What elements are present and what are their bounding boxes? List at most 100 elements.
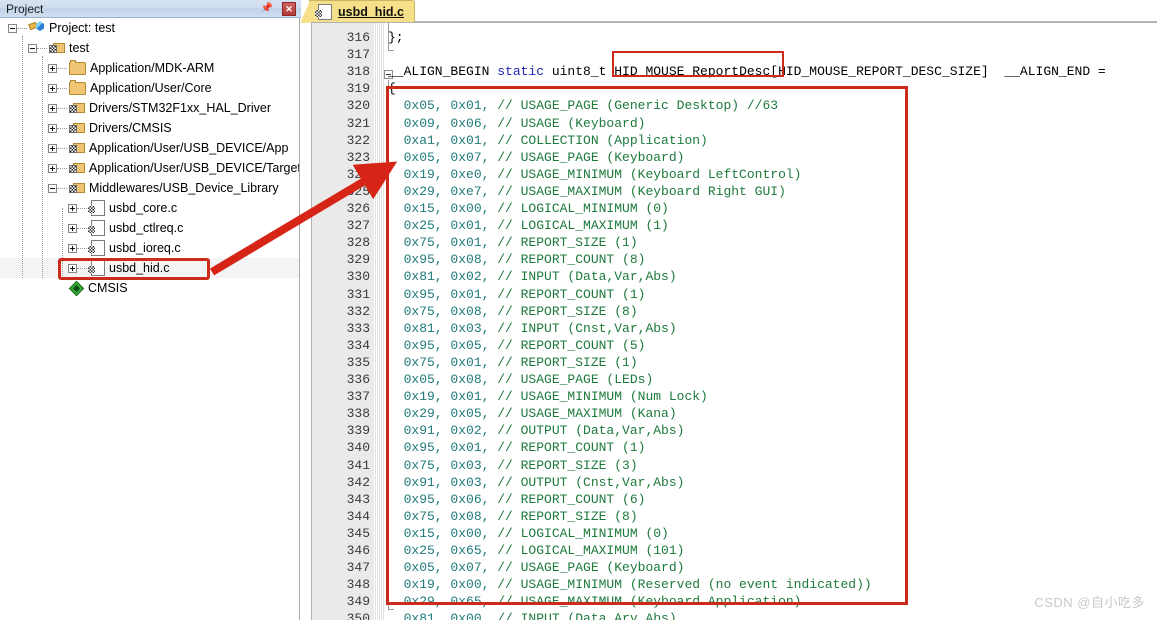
tree-item-usbd-ctlreq-c[interactable]: usbd_ctlreq.c — [68, 218, 183, 238]
code-span: 0x91, 0x03, — [388, 474, 498, 490]
code-line: 324 0x19, 0xe0, // USAGE_MINIMUM (Keyboa… — [312, 166, 1157, 183]
code-span: // OUTPUT (Data,Var,Abs) — [497, 423, 685, 439]
tree-item-label: test — [69, 41, 90, 55]
project-panel: Project 📌 ✕ Project: test test Application… — [0, 0, 301, 620]
tab-usbd-hid-c[interactable]: usbd_hid.c — [301, 0, 415, 23]
tree-item-application-user-core[interactable]: Application/User/Core — [48, 78, 212, 98]
code-span: 0xa1, 0x01, — [388, 132, 498, 148]
tree-item-application-user-usb-device-target[interactable]: Application/User/USB_DEVICE/Target — [48, 158, 299, 178]
code-span: 0x29, 0x05, — [388, 406, 498, 422]
code-text: 0x15, 0x00, // LOGICAL_MINIMUM (0) — [388, 525, 669, 542]
tree-item-drivers-cmsis[interactable]: Drivers/CMSIS — [48, 118, 172, 138]
tree-item-label: Project: test — [49, 21, 115, 35]
group-icon — [69, 142, 85, 155]
collapse-icon[interactable] — [28, 43, 37, 53]
close-icon[interactable]: ✕ — [282, 2, 296, 16]
tree-item-project-test[interactable]: Project: test — [8, 18, 115, 38]
project-tree[interactable]: Project: test test Application/MDK-ARM Appl… — [0, 18, 300, 620]
line-number: 330 — [346, 269, 370, 285]
expand-icon[interactable] — [48, 143, 57, 153]
tree-connector — [57, 167, 67, 169]
tree-item-label: usbd_ctlreq.c — [109, 221, 184, 235]
expand-icon[interactable] — [48, 63, 57, 73]
code-line: 344 0x75, 0x08, // REPORT_SIZE (8) — [312, 508, 1157, 525]
expand-icon[interactable] — [68, 243, 77, 253]
code-text: 0x95, 0x01, // REPORT_COUNT (1) — [388, 286, 646, 303]
tree-item-usbd-ioreq-c[interactable]: usbd_ioreq.c — [68, 238, 181, 258]
code-span: // REPORT_SIZE (3) — [497, 457, 638, 473]
expand-icon[interactable] — [48, 83, 57, 93]
code-line: 348 0x19, 0x00, // USAGE_MINIMUM (Reserv… — [312, 576, 1157, 593]
code-text: 0x91, 0x03, // OUTPUT (Cnst,Var,Abs) — [388, 474, 685, 491]
expand-icon[interactable] — [68, 263, 77, 273]
code-span: // REPORT_COUNT (1) — [497, 440, 646, 456]
code-span: // LOGICAL_MINIMUM (0) — [497, 201, 669, 216]
expand-icon[interactable] — [68, 223, 77, 233]
line-number: 320 — [346, 98, 370, 114]
code-line: 349 0x29, 0x65, // USAGE_MAXIMUM (Keyboa… — [312, 593, 1157, 610]
code-span: 0x29, 0xe7, — [388, 183, 498, 199]
code-line: 326 0x15, 0x00, // LOGICAL_MINIMUM (0) — [312, 200, 1157, 217]
expand-icon[interactable] — [48, 163, 57, 173]
line-number: 321 — [346, 115, 370, 131]
tree-connector — [57, 187, 67, 189]
code-line: 325 0x29, 0xe7, // USAGE_MAXIMUM (Keyboa… — [312, 183, 1157, 200]
code-span: // REPORT_SIZE (1) — [497, 354, 638, 370]
code-text: 0x95, 0x08, // REPORT_COUNT (8) — [388, 251, 646, 268]
code-text: 0x19, 0x01, // USAGE_MINIMUM (Num Lock) — [388, 388, 708, 405]
code-span: // REPORT_COUNT (1) — [497, 286, 646, 302]
tree-item-application-mdk-arm[interactable]: Application/MDK-ARM — [48, 58, 214, 78]
code-text: 0x19, 0x00, // USAGE_MINIMUM (Reserved (… — [388, 576, 872, 593]
code-span: __ALIGN_BEGIN — [388, 64, 498, 80]
tree-item-application-user-usb-device-app[interactable]: Application/User/USB_DEVICE/App — [48, 138, 288, 158]
tree-connector — [37, 47, 47, 49]
tree-item-usbd-core-c[interactable]: usbd_core.c — [68, 198, 177, 218]
code-line: 320 0x05, 0x01, // USAGE_PAGE (Generic D… — [312, 97, 1157, 114]
code-span: // REPORT_SIZE (1) — [497, 235, 638, 251]
tree-item-test[interactable]: test — [28, 38, 89, 58]
tree-item-usbd-hid-c[interactable]: usbd_hid.c — [68, 258, 169, 278]
code-line: 321 0x09, 0x06, // USAGE (Keyboard) — [312, 115, 1157, 132]
code-line: 345 0x15, 0x00, // LOGICAL_MINIMUM (0) — [312, 525, 1157, 542]
expand-icon[interactable] — [68, 203, 77, 213]
code-text: 0x95, 0x05, // REPORT_COUNT (5) — [388, 337, 646, 354]
tree-item-cmsis[interactable]: CMSIS — [48, 278, 128, 298]
code-line: 329 0x95, 0x08, // REPORT_COUNT (8) — [312, 251, 1157, 268]
code-span: // USAGE_MAXIMUM (Keyboard Right GUI) — [497, 183, 786, 199]
code-text: 0x95, 0x06, // REPORT_COUNT (6) — [388, 491, 646, 508]
code-line: 319 { — [312, 80, 1157, 97]
expand-icon[interactable] — [48, 123, 57, 133]
code-text: 0x05, 0x08, // USAGE_PAGE (LEDs) — [388, 371, 654, 388]
tree-item-drivers-stm32f1xx-hal-driver[interactable]: Drivers/STM32F1xx_HAL_Driver — [48, 98, 271, 118]
collapse-icon[interactable] — [48, 183, 57, 193]
line-number: 338 — [346, 406, 370, 422]
code-text: 0x75, 0x01, // REPORT_SIZE (1) — [388, 354, 638, 371]
tree-connector — [22, 36, 23, 278]
line-number: 332 — [346, 303, 370, 319]
tree-item-label: Application/MDK-ARM — [90, 61, 215, 75]
code-span: // REPORT_SIZE (8) — [497, 303, 638, 319]
collapse-icon[interactable] — [8, 23, 17, 33]
line-number: 323 — [346, 149, 370, 165]
code-span: 0x75, 0x01, — [388, 354, 498, 370]
line-number: 334 — [346, 337, 370, 353]
code-line: 346 0x25, 0x65, // LOGICAL_MAXIMUM (101) — [312, 542, 1157, 559]
tree-item-middlewares-usb-device-library[interactable]: Middlewares/USB_Device_Library — [48, 178, 279, 198]
line-number: 344 — [346, 508, 370, 524]
code-text: 0x05, 0x01, // USAGE_PAGE (Generic Deskt… — [388, 97, 778, 114]
tree-connector — [77, 267, 87, 269]
tree-connector — [57, 127, 67, 129]
code-text: __ALIGN_BEGIN static uint8_t HID_MOUSE_R… — [388, 63, 1106, 80]
code-span: 0x05, 0x08, — [388, 372, 498, 387]
tree-item-label: Application/User/Core — [90, 81, 212, 95]
code-line: 335 0x75, 0x01, // REPORT_SIZE (1) — [312, 354, 1157, 371]
code-span: 0x81, 0x03, — [388, 320, 498, 336]
expand-icon[interactable] — [48, 103, 57, 113]
code-text: 0x75, 0x01, // REPORT_SIZE (1) — [388, 234, 638, 251]
code-line: 328 0x75, 0x01, // REPORT_SIZE (1) — [312, 234, 1157, 251]
pin-icon[interactable]: 📌 — [260, 2, 274, 16]
code-surface[interactable]: 316}; 317 318 __ALIGN_BEGIN static uint8_t … — [311, 22, 1157, 620]
line-number: 346 — [346, 543, 370, 558]
code-line: 327 0x25, 0x01, // LOGICAL_MAXIMUM (1) — [312, 217, 1157, 234]
code-span: // USAGE_MAXIMUM (Kana) — [497, 406, 677, 422]
